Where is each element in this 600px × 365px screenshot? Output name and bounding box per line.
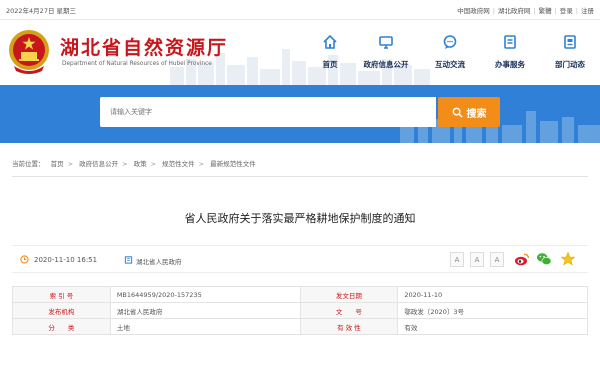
nav-dept-news-label: 部门动态: [555, 60, 585, 69]
weibo-icon[interactable]: [514, 251, 530, 267]
info-key-publisher: 发布机构: [12, 302, 111, 319]
article-title: 省人民政府关于落实最严格耕地保护制度的通知: [184, 212, 416, 225]
info-value-issue-date: 2020-11-10: [397, 286, 588, 303]
national-emblem-logo: [9, 30, 49, 74]
breadcrumb-item[interactable]: 政策: [134, 160, 147, 168]
table-row: 索 引 号 MB1644959/2020-157235 发文日期 2020-11…: [12, 286, 588, 303]
info-value-index: MB1644959/2020-157235: [109, 286, 301, 303]
breadcrumb: 当前位置： 首页 > 政府信息公开 > 政策 > 规范性文件 > 最新规范性文件: [12, 158, 260, 168]
table-row: 发布机构 湖北省人民政府 文 号 鄂政发〔2020〕3号: [12, 302, 588, 319]
publish-datetime: 2020-11-10 16:51: [34, 256, 98, 264]
site-subtitle: Department of Natural Resources of Hubei…: [62, 61, 212, 67]
clock-icon: [20, 255, 29, 264]
home-icon: [323, 34, 337, 49]
utility-links: 中国政府网 | 湖北政府网 | 繁體 | 登录 | 注册: [457, 5, 594, 15]
nav-interaction[interactable]: 互动交流: [422, 32, 478, 78]
search-banner: 搜索: [0, 85, 600, 143]
breadcrumb-item[interactable]: 规范性文件: [162, 160, 195, 168]
top-utility-bar: 2022年4月27日 星期三 中国政府网 | 湖北政府网 | 繁體 | 登录 | 注册: [0, 0, 600, 20]
search-input[interactable]: [100, 97, 436, 127]
divider: |: [533, 7, 536, 15]
chat-icon: [443, 35, 457, 49]
chevron-right-icon: >: [150, 160, 157, 168]
document-icon: [504, 35, 516, 49]
divider: |: [492, 7, 495, 15]
chevron-right-icon: >: [122, 160, 128, 168]
breadcrumb-item[interactable]: 首页: [51, 160, 64, 168]
link-hubei-gov[interactable]: 湖北政府网: [498, 5, 531, 15]
chevron-right-icon: >: [67, 160, 74, 168]
nav-gov-info[interactable]: 政府信息公开: [358, 32, 414, 78]
site-header: 湖北省自然资源厅 Department of Natural Resources…: [0, 20, 600, 85]
info-value-validity: 有效: [397, 318, 588, 335]
wechat-icon[interactable]: [536, 251, 552, 267]
divider: |: [575, 7, 578, 15]
link-traditional-chinese[interactable]: 繁體: [539, 5, 552, 15]
breadcrumb-item[interactable]: 政府信息公开: [79, 160, 118, 168]
info-key-issue-date: 发文日期: [299, 286, 399, 303]
nav-services-label: 办事服务: [495, 60, 525, 69]
link-china-gov[interactable]: 中国政府网: [457, 5, 490, 15]
search-icon: [452, 107, 463, 118]
divider: [12, 176, 588, 177]
nav-home[interactable]: 首页: [302, 32, 358, 78]
table-row: 分 类 土地 有 效 性 有效: [12, 318, 588, 335]
nav-home-label: 首页: [322, 60, 338, 69]
font-size-small-button[interactable]: A: [490, 252, 504, 267]
info-key-category: 分 类: [12, 318, 111, 335]
info-key-doc-number: 文 号: [299, 302, 399, 319]
nav-interaction-label: 互动交流: [435, 60, 465, 69]
divider: |: [554, 7, 557, 15]
favorite-star-icon[interactable]: [560, 251, 576, 267]
breadcrumb-item[interactable]: 最新规范性文件: [210, 160, 256, 168]
info-value-category: 土地: [109, 318, 301, 335]
info-value-publisher: 湖北省人民政府: [109, 302, 301, 319]
info-key-validity: 有 效 性: [299, 318, 399, 335]
link-register[interactable]: 注册: [581, 5, 594, 15]
font-size-large-button[interactable]: A: [450, 252, 464, 267]
news-icon: [564, 35, 576, 49]
font-size-medium-button[interactable]: A: [470, 252, 484, 267]
site-title: 湖北省自然资源厅: [60, 37, 229, 59]
info-key-index: 索 引 号: [12, 286, 111, 303]
monitor-icon: [379, 36, 393, 49]
document-info-table: 索 引 号 MB1644959/2020-157235 发文日期 2020-11…: [12, 286, 588, 335]
search-button[interactable]: 搜索: [438, 97, 500, 127]
breadcrumb-prefix: 当前位置：: [12, 160, 45, 168]
nav-dept-news[interactable]: 部门动态: [542, 32, 598, 78]
search-button-label: 搜索: [466, 108, 487, 120]
chevron-right-icon: >: [198, 160, 205, 168]
nav-gov-info-label: 政府信息公开: [363, 60, 409, 69]
building-icon: [124, 256, 133, 264]
current-date: 2022年4月27日 星期三: [6, 7, 77, 15]
nav-services[interactable]: 办事服务: [482, 32, 538, 78]
info-value-doc-number: 鄂政发〔2020〕3号: [397, 302, 588, 319]
article-meta-bar: 2020-11-10 16:51 湖北省人民政府 A A A: [12, 245, 588, 273]
article-source: 湖北省人民政府: [136, 258, 182, 266]
link-login[interactable]: 登录: [560, 5, 573, 15]
